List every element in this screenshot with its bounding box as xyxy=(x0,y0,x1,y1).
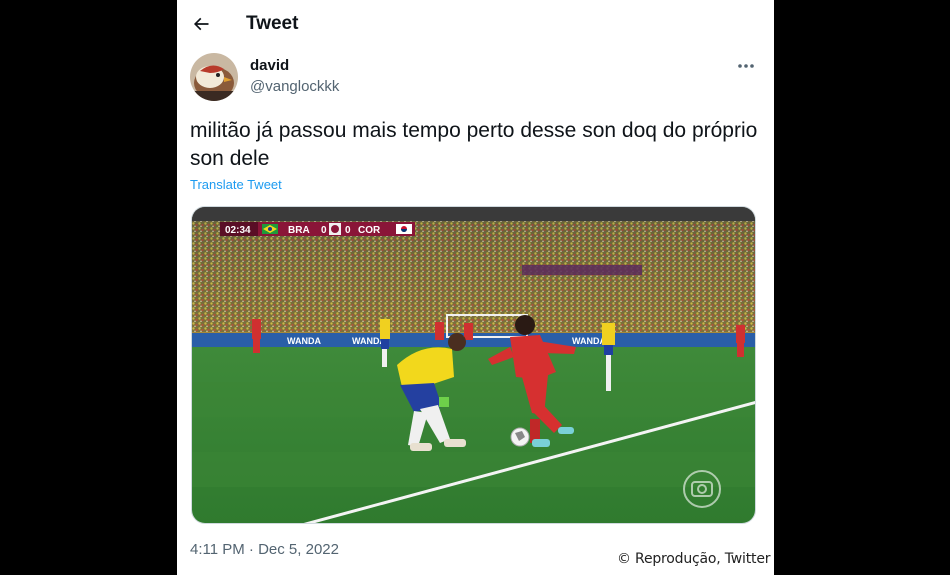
author-handle[interactable]: @vanglockkk xyxy=(250,78,339,95)
tweet-text: militão já passou mais tempo perto desse… xyxy=(190,119,758,170)
ad-board-text-3: WANDA xyxy=(572,336,606,346)
more-dots-icon[interactable] xyxy=(735,57,757,75)
ad-board-text: WANDA xyxy=(287,336,321,346)
arrow-left-icon[interactable] xyxy=(191,14,211,34)
tweet-card: Tweet david @vanglockkk militão já passo… xyxy=(177,0,774,575)
tweet-header: Tweet xyxy=(177,0,774,50)
tweet-timestamp[interactable]: 4:11 PM · Dec 5, 2022 xyxy=(190,541,339,558)
translate-tweet-link[interactable]: Translate Tweet xyxy=(190,177,282,192)
away-score: 0 xyxy=(345,225,351,236)
page-title: Tweet xyxy=(246,13,299,34)
avatar[interactable] xyxy=(190,53,238,101)
image-credit: © Reprodução, Twitter xyxy=(614,551,774,567)
home-score: 0 xyxy=(321,225,327,236)
football-match-photo: WANDA WANDA WANDA 02:34 BRA 0 0 COR xyxy=(192,207,755,523)
bird-avatar-icon xyxy=(190,53,238,101)
scoreboard: 02:34 BRA 0 0 COR xyxy=(220,222,415,236)
match-clock: 02:34 xyxy=(225,225,251,236)
away-team: COR xyxy=(358,225,381,236)
author-display-name[interactable]: david xyxy=(250,57,289,74)
tweet-media-image[interactable]: WANDA WANDA WANDA 02:34 BRA 0 0 COR xyxy=(191,206,756,524)
home-team: BRA xyxy=(288,225,310,236)
